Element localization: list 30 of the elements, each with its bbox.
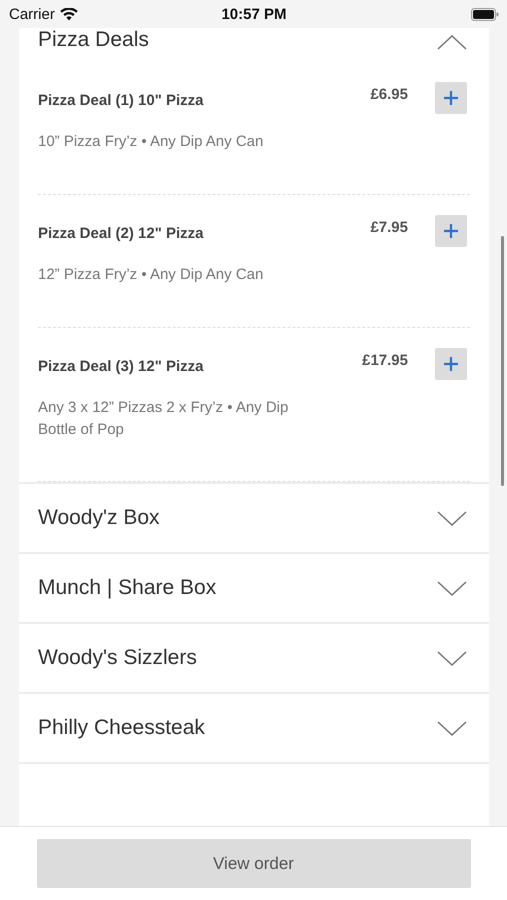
- item-price: £6.95: [370, 85, 408, 103]
- plus-icon: [443, 223, 459, 239]
- category-title[interactable]: Munch | Share Box: [38, 576, 216, 600]
- item-name: Pizza Deal (3) 12" Pizza: [38, 357, 205, 375]
- category-title[interactable]: Philly Cheessteak: [38, 716, 205, 740]
- item-price: £7.95: [370, 218, 408, 236]
- wifi-icon: [60, 8, 78, 20]
- view-order-button[interactable]: View order: [36, 839, 470, 888]
- plus-icon: [443, 356, 459, 372]
- item-name: Pizza Deal (1) 10" Pizza: [38, 91, 205, 109]
- battery-icon: [470, 8, 499, 20]
- status-time: 10:57 PM: [221, 6, 287, 22]
- item-description: 12” Pizza Fry’z • Any Dip Any Can: [38, 265, 264, 285]
- chevron-icon[interactable]: [437, 34, 467, 50]
- chevron-icon[interactable]: [437, 721, 467, 737]
- add-button[interactable]: [435, 348, 467, 380]
- chevron-icon[interactable]: [437, 581, 467, 597]
- item-description: 10” Pizza Fry’z • Any Dip Any Can: [38, 132, 264, 152]
- item-description: Any 3 x 12” Pizzas 2 x Fry’z • Any Dip Bottle of Pop: [38, 398, 290, 440]
- chevron-icon[interactable]: [437, 511, 467, 527]
- chevron-icon[interactable]: [437, 651, 467, 667]
- add-button[interactable]: [435, 215, 467, 247]
- item-price: £17.95: [362, 351, 408, 369]
- category-title[interactable]: Pizza Deals: [38, 28, 149, 52]
- category-title[interactable]: Woody'z Box: [38, 506, 160, 530]
- plus-icon: [443, 90, 459, 106]
- item-name: Pizza Deal (2) 12" Pizza: [38, 224, 205, 242]
- category-title[interactable]: Woody's Sizzlers: [38, 646, 197, 670]
- add-button[interactable]: [435, 82, 467, 114]
- carrier-label: Carrier: [9, 6, 55, 22]
